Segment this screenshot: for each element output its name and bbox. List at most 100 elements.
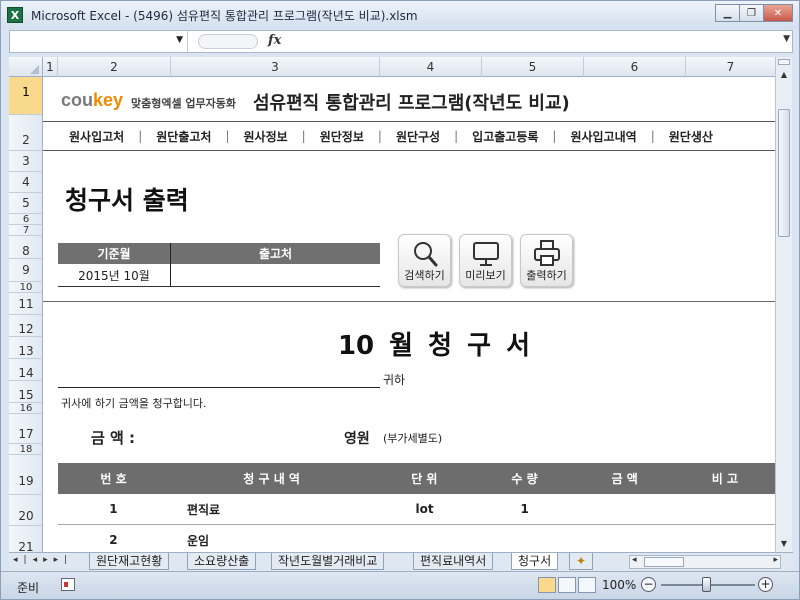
menu-separator: |: [138, 129, 143, 143]
row-header[interactable]: 6: [9, 214, 42, 225]
next-sheet-icon[interactable]: ▸: [43, 555, 54, 565]
row-header[interactable]: 20: [9, 495, 42, 526]
cell-number[interactable]: 1: [58, 494, 169, 524]
row-header[interactable]: 17: [9, 414, 42, 444]
row-header[interactable]: 1: [9, 77, 42, 115]
excel-app-icon[interactable]: X: [7, 7, 23, 23]
minimize-button[interactable]: ▁: [715, 4, 739, 22]
preview-monitor-icon: [473, 242, 499, 266]
prev-sheet-icon[interactable]: ◂: [33, 555, 44, 565]
row-header[interactable]: 2: [9, 115, 42, 151]
tab-knitting-fee[interactable]: 편직료내역서: [413, 553, 494, 570]
cell-unit[interactable]: [374, 525, 474, 552]
row-header[interactable]: 16: [9, 403, 42, 414]
name-box[interactable]: ▼: [10, 31, 188, 52]
menu-item-fabric-production[interactable]: 원단생산: [669, 128, 713, 145]
row-header[interactable]: 13: [9, 337, 42, 359]
cell-description[interactable]: 편직료: [169, 494, 375, 524]
month-field[interactable]: 2015년 10월: [58, 264, 171, 286]
cell-amount[interactable]: [575, 494, 675, 524]
cell-description[interactable]: 운임: [169, 525, 375, 552]
last-sheet-icon[interactable]: ▸|: [54, 555, 74, 565]
page-layout-view-icon[interactable]: [558, 577, 576, 593]
scroll-left-icon[interactable]: ◂: [632, 555, 637, 565]
menu-item-fabric-composition[interactable]: 원단구성: [396, 128, 440, 145]
menu-item-inout-register[interactable]: 입고출고등록: [472, 128, 538, 145]
vertical-scrollbar[interactable]: ▲ ▼: [775, 57, 792, 552]
row-header[interactable]: 7: [9, 225, 42, 236]
destination-field[interactable]: [171, 264, 380, 286]
new-sheet-icon[interactable]: ✦: [569, 553, 593, 570]
column-header[interactable]: 2: [58, 57, 171, 77]
select-all-corner[interactable]: [9, 57, 43, 77]
cell-quantity[interactable]: [475, 525, 575, 552]
insert-function-icon[interactable]: fx: [268, 33, 281, 48]
table-row[interactable]: 1 편직료 lot 1: [58, 494, 775, 525]
tab-requirement-calc[interactable]: 소요량산출: [187, 553, 257, 570]
cell-remarks[interactable]: [675, 525, 775, 552]
cell-amount[interactable]: [575, 525, 675, 552]
maximize-button[interactable]: ❐: [739, 4, 763, 22]
menu-item-fabric-info[interactable]: 원단정보: [320, 128, 364, 145]
row-header[interactable]: 14: [9, 359, 42, 381]
worksheet[interactable]: coukey 맞춤형엑셀 업무자동화 섬유편직 통합관리 프로그램(작년도 비교…: [43, 77, 775, 552]
horizontal-scrollbar[interactable]: ◂ ▸: [629, 555, 781, 569]
row-header[interactable]: 5: [9, 193, 42, 214]
zoom-slider-knob[interactable]: [702, 577, 711, 592]
tab-yearly-comparison[interactable]: 작년도월별거래비교: [271, 553, 385, 570]
menu-item-yarn-supplier[interactable]: 원사입고처: [69, 128, 124, 145]
chevron-down-icon[interactable]: ▼: [176, 35, 183, 45]
row-header[interactable]: 15: [9, 381, 42, 403]
cell-number[interactable]: 2: [58, 525, 169, 552]
print-button[interactable]: 출력하기: [520, 234, 573, 287]
page-heading: 청구서 출력: [65, 186, 189, 215]
split-handle[interactable]: [778, 59, 790, 65]
preview-button[interactable]: 미리보기: [459, 234, 512, 287]
close-button[interactable]: ✕: [763, 4, 793, 22]
scroll-down-icon[interactable]: ▼: [776, 536, 792, 552]
row-header[interactable]: 12: [9, 315, 42, 337]
normal-view-icon[interactable]: [538, 577, 556, 593]
first-sheet-icon[interactable]: ◂|: [13, 555, 33, 565]
column-header[interactable]: 4: [380, 57, 482, 77]
row-header[interactable]: 10: [9, 282, 42, 293]
cell-unit[interactable]: lot: [374, 494, 474, 524]
cell-remarks[interactable]: [675, 494, 775, 524]
column-header[interactable]: 6: [584, 57, 686, 77]
tab-fabric-inventory[interactable]: 원단재고현황: [89, 553, 170, 570]
search-button[interactable]: 검색하기: [398, 234, 451, 287]
scroll-up-icon[interactable]: ▲: [776, 67, 792, 83]
column-header[interactable]: 5: [482, 57, 584, 77]
formula-grip[interactable]: [198, 34, 258, 49]
vertical-scroll-thumb[interactable]: [778, 109, 790, 237]
row-header[interactable]: 19: [9, 455, 42, 495]
row-header[interactable]: 8: [9, 236, 42, 259]
column-header[interactable]: 1: [43, 57, 58, 77]
menu-item-yarn-receipts[interactable]: 원사입고내역: [570, 128, 636, 145]
horizontal-scroll-thumb[interactable]: [644, 557, 684, 567]
row-header[interactable]: 9: [9, 259, 42, 282]
table-row[interactable]: 2 운임: [58, 525, 775, 552]
scroll-right-icon[interactable]: ▸: [773, 555, 778, 565]
zoom-out-icon[interactable]: −: [641, 577, 656, 592]
page-break-view-icon[interactable]: [578, 577, 596, 593]
row-header[interactable]: 11: [9, 293, 42, 315]
invoice-intro: 귀사에 하기 금액을 청구합니다.: [61, 397, 207, 410]
zoom-level[interactable]: 100%: [602, 578, 636, 592]
recipient-field[interactable]: [58, 387, 380, 388]
menu-item-fabric-dest[interactable]: 원단출고처: [156, 128, 211, 145]
row-header[interactable]: 3: [9, 151, 42, 172]
menu-separator: |: [650, 129, 655, 143]
tab-invoice[interactable]: 청구서: [511, 553, 559, 570]
expand-formula-icon[interactable]: ▼: [783, 34, 790, 44]
macro-record-icon[interactable]: [61, 578, 75, 591]
menu-item-yarn-info[interactable]: 원사정보: [244, 128, 288, 145]
row-header[interactable]: 4: [9, 172, 42, 193]
column-header[interactable]: 7: [686, 57, 775, 77]
window-controls: ▁ ❐ ✕: [715, 4, 793, 22]
column-header[interactable]: 3: [171, 57, 380, 77]
row-header[interactable]: 21: [9, 526, 42, 552]
zoom-in-icon[interactable]: +: [758, 577, 773, 592]
cell-quantity[interactable]: 1: [475, 494, 575, 524]
row-header[interactable]: 18: [9, 444, 42, 455]
